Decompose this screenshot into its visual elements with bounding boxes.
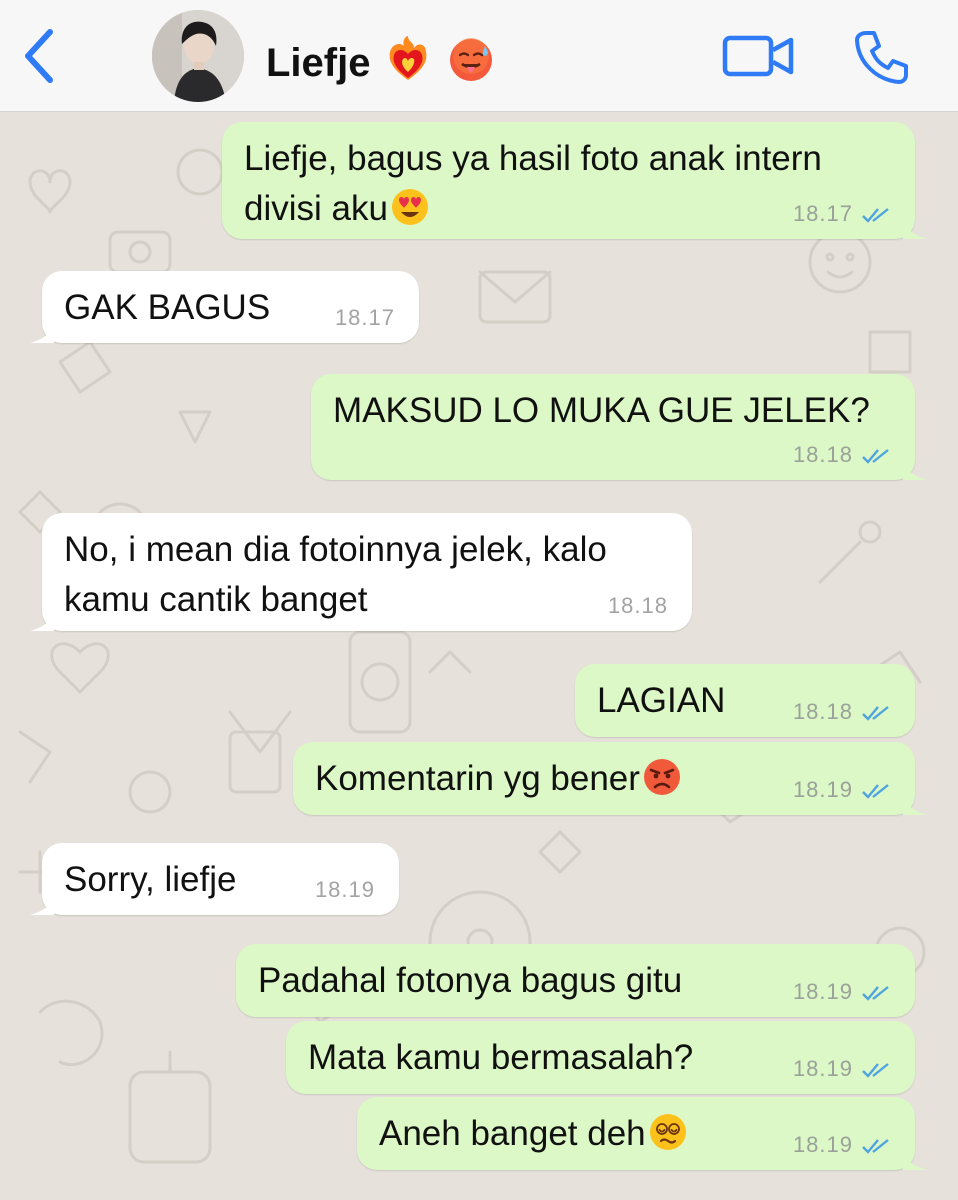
- message-time: 18.17: [334, 305, 395, 330]
- angry-face-emoji: [643, 759, 680, 795]
- back-button[interactable]: [20, 26, 60, 86]
- message-bubble-outgoing[interactable]: MAKSUD LO MUKA GUE JELEK? 18.18: [311, 374, 927, 480]
- video-camera-icon: [722, 35, 794, 77]
- message-bubble-outgoing[interactable]: Padahal fotonya bagus gitu 18.19: [236, 944, 915, 1017]
- bubble-tail: [903, 458, 927, 480]
- hot-face-emoji: [449, 38, 492, 81]
- message-time: 18.19: [314, 877, 375, 902]
- message-time: 18.18: [792, 442, 853, 467]
- message-text: MAKSUD LO MUKA GUE JELEK?: [333, 391, 870, 430]
- message-text: Liefje, bagus ya hasil foto anak intern …: [244, 139, 822, 228]
- contact-name-text: Liefje: [266, 41, 371, 85]
- read-ticks-icon: [862, 784, 889, 799]
- message-meta: 18.19: [793, 1132, 891, 1158]
- message-bubble-outgoing[interactable]: Komentarin yg bener 18.19: [293, 742, 927, 815]
- chevron-left-icon: [25, 29, 53, 83]
- read-ticks-icon: [862, 1063, 889, 1078]
- heart-eyes-emoji: [391, 189, 428, 225]
- read-ticks-icon: [862, 1139, 889, 1154]
- message-time: 18.19: [792, 1132, 853, 1157]
- message-time: 18.19: [792, 1056, 853, 1081]
- message-meta: 18.17: [793, 201, 891, 227]
- message-text: Sorry, liefje: [64, 860, 237, 899]
- message-text: Aneh banget deh: [379, 1114, 646, 1153]
- message-text: LAGIAN: [597, 681, 726, 720]
- heart-on-fire-emoji: [389, 36, 426, 80]
- message-text: No, i mean dia fotoinnya jelek, kalo kam…: [64, 530, 607, 619]
- message-meta: 18.19: [315, 877, 375, 903]
- message-text: Mata kamu bermasalah?: [308, 1038, 694, 1077]
- chat-header: Liefje: [0, 0, 958, 112]
- message-bubble-outgoing[interactable]: LAGIAN 18.18: [575, 664, 915, 737]
- video-call-button[interactable]: [722, 34, 796, 78]
- message-text: GAK BAGUS: [64, 288, 271, 327]
- message-meta: 18.18: [793, 699, 891, 725]
- message-time: 18.17: [792, 201, 853, 226]
- bubble-tail: [903, 1148, 927, 1170]
- bubble-tail: [30, 609, 54, 631]
- message-bubble-incoming[interactable]: No, i mean dia fotoinnya jelek, kalo kam…: [30, 513, 692, 631]
- bubble-tail: [30, 893, 54, 915]
- contact-name[interactable]: Liefje: [266, 36, 495, 86]
- read-ticks-icon: [862, 208, 889, 223]
- message-bubble-incoming[interactable]: GAK BAGUS 18.17: [30, 271, 419, 343]
- read-ticks-icon: [862, 986, 889, 1001]
- message-time: 18.19: [792, 777, 853, 802]
- message-bubble-outgoing[interactable]: Liefje, bagus ya hasil foto anak intern …: [222, 122, 927, 239]
- message-bubble-outgoing[interactable]: Mata kamu bermasalah? 18.19: [286, 1021, 915, 1094]
- message-text: Padahal fotonya bagus gitu: [258, 961, 683, 1000]
- message-meta: 18.19: [793, 777, 891, 803]
- phone-icon: [855, 31, 908, 84]
- message-bubble-incoming[interactable]: Sorry, liefje 18.19: [30, 843, 399, 915]
- message-meta: 18.19: [793, 979, 891, 1005]
- message-meta: 18.18: [793, 442, 891, 468]
- message-meta: 18.17: [335, 305, 395, 331]
- read-ticks-icon: [862, 449, 889, 464]
- message-meta: 18.18: [608, 593, 668, 619]
- message-time: 18.19: [792, 979, 853, 1004]
- read-ticks-icon: [862, 706, 889, 721]
- message-time: 18.18: [607, 593, 668, 618]
- message-time: 18.18: [792, 699, 853, 724]
- bubble-tail: [903, 793, 927, 815]
- avatar[interactable]: [152, 10, 244, 102]
- bubble-tail: [30, 321, 54, 343]
- chat-area[interactable]: Liefje, bagus ya hasil foto anak intern …: [0, 112, 958, 1200]
- message-bubble-outgoing[interactable]: Aneh banget deh 18.19: [357, 1097, 927, 1170]
- voice-call-button[interactable]: [852, 28, 910, 86]
- bubble-tail: [903, 217, 927, 239]
- message-text: Komentarin yg bener: [315, 759, 640, 798]
- message-meta: 18.19: [793, 1056, 891, 1082]
- dizzy-face-emoji: [649, 1114, 686, 1150]
